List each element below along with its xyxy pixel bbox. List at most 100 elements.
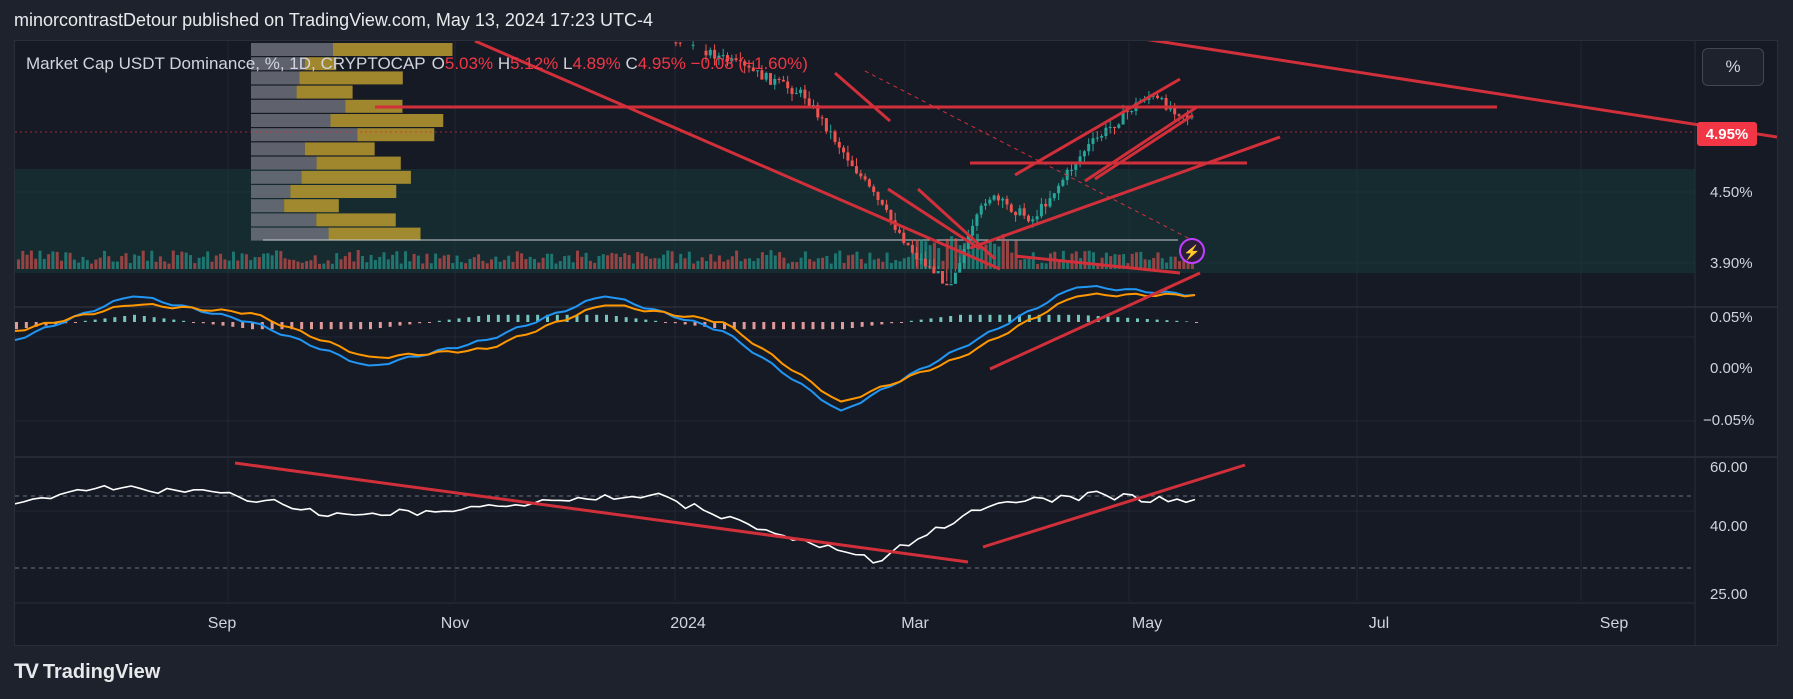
candle-body bbox=[794, 93, 798, 95]
volume-bar bbox=[120, 256, 124, 269]
candle-body bbox=[1117, 124, 1121, 128]
candle-body bbox=[906, 243, 910, 245]
macd-hist-bar bbox=[310, 322, 313, 330]
volume-bar bbox=[305, 261, 309, 269]
volume-bar bbox=[752, 261, 756, 269]
candle-body bbox=[768, 73, 772, 85]
volume-bar bbox=[838, 250, 842, 269]
rsi-divergence-line bbox=[234, 461, 969, 564]
candle-body bbox=[1091, 138, 1095, 144]
macd-hist-bar bbox=[241, 322, 245, 328]
macd-hist-bar bbox=[162, 318, 166, 322]
candle-body bbox=[1026, 215, 1030, 222]
volume-bar bbox=[369, 254, 373, 269]
macd-hist-bar bbox=[673, 322, 677, 324]
macd-hist-bar bbox=[1077, 314, 1080, 322]
candle-body bbox=[1061, 179, 1065, 186]
volume-bar bbox=[791, 261, 794, 269]
volume-bar bbox=[472, 257, 476, 269]
volume-bar bbox=[442, 255, 446, 269]
volume-bar bbox=[816, 258, 820, 269]
volume-bar bbox=[674, 263, 678, 269]
volume-bar bbox=[614, 253, 618, 269]
macd-hist-bar bbox=[585, 314, 589, 322]
volume-bar bbox=[528, 256, 532, 269]
candle-body bbox=[1177, 114, 1181, 116]
volume-bar bbox=[851, 254, 855, 269]
volume-bar bbox=[481, 260, 485, 269]
macd-hist-bar bbox=[359, 322, 363, 330]
volume-bar bbox=[171, 250, 175, 269]
volume-bar bbox=[842, 263, 846, 269]
volume-bar bbox=[1010, 252, 1014, 269]
macd-hist-bar bbox=[447, 319, 451, 322]
volume-bar bbox=[945, 238, 949, 269]
volume-bar bbox=[309, 260, 313, 269]
ohlc-values: O5.03% H5.12% L4.89% C4.95% −0.08 (−1.60… bbox=[431, 54, 808, 73]
volume-bar bbox=[206, 251, 210, 269]
volume-bar bbox=[550, 253, 554, 269]
volume-bar bbox=[533, 258, 536, 269]
symbol-legend[interactable]: Market Cap USDT Dominance, %, 1D, CRYPTO… bbox=[26, 54, 808, 74]
macd-hist-bar bbox=[418, 322, 422, 324]
volume-bar bbox=[610, 252, 614, 269]
volume-bar bbox=[644, 256, 648, 269]
macd-hist-bar bbox=[437, 320, 441, 322]
volume-bar bbox=[713, 261, 717, 269]
macd-hist-bar bbox=[919, 319, 923, 322]
candle-body bbox=[842, 147, 846, 153]
macd-hist-bar bbox=[683, 322, 687, 325]
macd-hist-bar bbox=[506, 314, 510, 322]
candle-body bbox=[1022, 208, 1026, 216]
volume-bar bbox=[769, 250, 773, 269]
volume-bar bbox=[485, 263, 489, 269]
candle-body bbox=[1018, 208, 1022, 216]
volume-bar bbox=[743, 258, 747, 269]
candle-body bbox=[850, 160, 854, 167]
volume-bar bbox=[490, 259, 493, 269]
volume-bar bbox=[911, 253, 915, 269]
volume-profile-up bbox=[251, 85, 297, 99]
volume-bar bbox=[459, 262, 463, 269]
volume-bar bbox=[42, 258, 46, 269]
macd-hist-bar bbox=[74, 322, 77, 323]
macd-histogram bbox=[15, 314, 1198, 330]
volume-bar bbox=[640, 253, 644, 269]
volume-bar bbox=[55, 251, 59, 269]
volume-bar bbox=[1040, 262, 1044, 269]
macd-hist-bar bbox=[988, 314, 992, 322]
macd-hist-bar bbox=[900, 322, 903, 323]
macd-hist-bar bbox=[428, 322, 431, 323]
volume-bar bbox=[937, 248, 941, 269]
alert-icon[interactable]: ⚡ bbox=[1179, 238, 1205, 264]
volume-bar bbox=[829, 263, 833, 269]
volume-bar bbox=[17, 259, 20, 269]
volume-bar bbox=[1178, 261, 1181, 269]
volume-bar bbox=[1074, 251, 1078, 269]
chart-canvas[interactable]: ⚡ 4.50% 3.90% 0.05% 0.00% −0.05% 60.00 4… bbox=[15, 41, 1777, 645]
volume-bar bbox=[244, 254, 248, 269]
volume-bar bbox=[722, 261, 726, 269]
volume-bar bbox=[326, 260, 330, 269]
macd-signal-line bbox=[15, 292, 1196, 403]
volume-bar bbox=[232, 251, 235, 269]
rsi-tick: 40.00 bbox=[1710, 518, 1748, 535]
percent-scale-button[interactable]: % bbox=[1702, 48, 1764, 86]
candle-body bbox=[1014, 211, 1018, 216]
candle-body bbox=[781, 79, 785, 82]
volume-bar bbox=[468, 258, 472, 269]
footer-brand[interactable]: TV TradingView bbox=[14, 660, 160, 684]
candle-body bbox=[971, 225, 975, 236]
volume-bar bbox=[184, 252, 188, 269]
volume-bar bbox=[365, 262, 369, 269]
candle-body bbox=[1005, 198, 1009, 205]
volume-bar bbox=[313, 255, 317, 269]
candle-body bbox=[777, 78, 781, 80]
volume-bar bbox=[1001, 234, 1005, 269]
candle-body bbox=[975, 214, 979, 226]
volume-bar bbox=[214, 255, 218, 269]
chart-frame[interactable]: ⚡ 4.50% 3.90% 0.05% 0.00% −0.05% 60.00 4… bbox=[14, 40, 1778, 646]
candle-body bbox=[1031, 219, 1035, 222]
volume-bar bbox=[150, 250, 154, 269]
rsi-tick: 25.00 bbox=[1710, 586, 1748, 603]
